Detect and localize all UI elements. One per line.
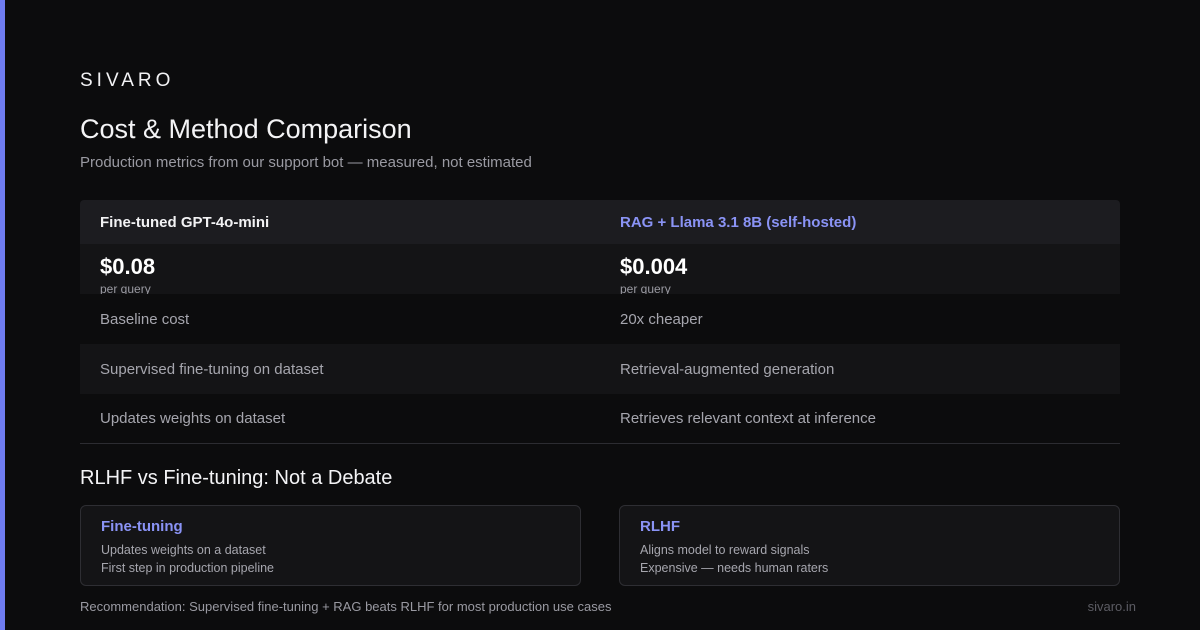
page-subtitle: Production metrics from our support bot …: [80, 154, 532, 171]
rlhf-card: RLHF Aligns model to reward signals Expe…: [619, 505, 1120, 586]
card-line: Updates weights on a dataset: [101, 543, 266, 557]
right-price-unit: per query: [620, 282, 671, 294]
left-option-name: Fine-tuned GPT-4o-mini: [100, 213, 270, 231]
page-title: Cost & Method Comparison: [80, 114, 412, 144]
site-url: sivaro.in: [1087, 599, 1136, 614]
table-row: Updates weights on dataset Retrieves rel…: [80, 394, 1120, 444]
table-row: Baseline cost 20x cheaper: [80, 294, 1120, 344]
card-line: Aligns model to reward signals: [640, 543, 810, 557]
left-accent-bar: [0, 0, 5, 630]
left-row-value: Supervised fine-tuning on dataset: [100, 360, 324, 378]
right-option-name: RAG + Llama 3.1 8B (self-hosted): [620, 213, 857, 231]
section-title: RLHF vs Fine-tuning: Not a Debate: [80, 467, 393, 489]
card-line: First step in production pipeline: [101, 561, 275, 575]
right-price: $0.004: [620, 254, 688, 279]
right-row-value: Retrieves relevant context at inference: [620, 410, 876, 427]
price-row: $0.08 per query $0.004 per query: [80, 244, 1120, 294]
comparison-header-row: Fine-tuned GPT-4o-mini RAG + Llama 3.1 8…: [80, 200, 1120, 244]
left-price: $0.08: [100, 254, 156, 279]
right-row-value: 20x cheaper: [620, 310, 703, 328]
card-title: RLHF: [640, 518, 680, 535]
left-row-value: Updates weights on dataset: [100, 410, 286, 427]
left-price-cell: $0.08 per query: [80, 244, 600, 294]
card-title: Fine-tuning: [101, 518, 183, 535]
right-row-value: Retrieval-augmented generation: [620, 360, 835, 378]
left-price-unit: per query: [100, 282, 151, 294]
card-line: Expensive — needs human raters: [640, 561, 829, 575]
fine-tuning-card: Fine-tuning Updates weights on a dataset…: [80, 505, 581, 586]
brand-logo: SIVARO: [80, 70, 175, 91]
table-row: Supervised fine-tuning on dataset Retrie…: [80, 344, 1120, 394]
recommendation-text: Recommendation: Supervised fine-tuning +…: [80, 599, 612, 614]
comparison-table: Fine-tuned GPT-4o-mini RAG + Llama 3.1 8…: [80, 200, 1120, 444]
left-row-value: Baseline cost: [100, 310, 190, 328]
right-price-cell: $0.004 per query: [600, 244, 1120, 294]
